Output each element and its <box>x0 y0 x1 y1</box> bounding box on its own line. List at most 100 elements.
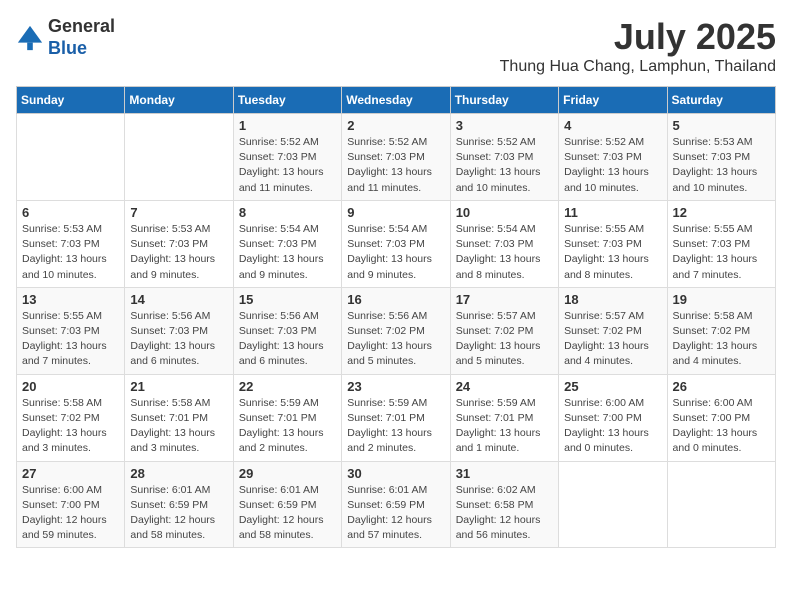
logo-blue: Blue <box>48 38 87 58</box>
calendar-cell: 11 Sunrise: 5:55 AMSunset: 7:03 PMDayligh… <box>559 200 667 287</box>
day-info: Sunrise: 6:00 AMSunset: 7:00 PMDaylight:… <box>673 396 770 457</box>
day-info: Sunrise: 5:52 AMSunset: 7:03 PMDaylight:… <box>564 135 661 196</box>
weekday-header: Friday <box>559 87 667 114</box>
day-info: Sunrise: 5:52 AMSunset: 7:03 PMDaylight:… <box>456 135 553 196</box>
day-info: Sunrise: 5:57 AMSunset: 7:02 PMDaylight:… <box>456 309 553 370</box>
calendar-cell: 4 Sunrise: 5:52 AMSunset: 7:03 PMDaylight… <box>559 114 667 201</box>
calendar-cell: 12 Sunrise: 5:55 AMSunset: 7:03 PMDayligh… <box>667 200 775 287</box>
calendar-cell: 16 Sunrise: 5:56 AMSunset: 7:02 PMDayligh… <box>342 287 450 374</box>
day-number: 12 <box>673 205 770 220</box>
day-number: 9 <box>347 205 444 220</box>
day-number: 24 <box>456 379 553 394</box>
day-number: 2 <box>347 118 444 133</box>
logo-text: General Blue <box>48 16 115 59</box>
calendar-week-row: 13 Sunrise: 5:55 AMSunset: 7:03 PMDayligh… <box>17 287 776 374</box>
calendar-cell: 3 Sunrise: 5:52 AMSunset: 7:03 PMDaylight… <box>450 114 558 201</box>
day-info: Sunrise: 5:57 AMSunset: 7:02 PMDaylight:… <box>564 309 661 370</box>
day-number: 18 <box>564 292 661 307</box>
day-info: Sunrise: 5:53 AMSunset: 7:03 PMDaylight:… <box>22 222 119 283</box>
calendar-body: 1 Sunrise: 5:52 AMSunset: 7:03 PMDaylight… <box>17 114 776 548</box>
calendar-cell: 18 Sunrise: 5:57 AMSunset: 7:02 PMDayligh… <box>559 287 667 374</box>
day-number: 19 <box>673 292 770 307</box>
calendar-cell: 6 Sunrise: 5:53 AMSunset: 7:03 PMDaylight… <box>17 200 125 287</box>
day-number: 25 <box>564 379 661 394</box>
day-number: 17 <box>456 292 553 307</box>
logo-general: General <box>48 16 115 36</box>
day-number: 31 <box>456 466 553 481</box>
day-number: 27 <box>22 466 119 481</box>
day-number: 3 <box>456 118 553 133</box>
weekday-header: Thursday <box>450 87 558 114</box>
calendar-cell: 21Sunrise: 5:58 AMSunset: 7:01 PMDayligh… <box>125 374 233 461</box>
title-block: July 2025 Thung Hua Chang, Lamphun, Thai… <box>500 16 776 76</box>
calendar-cell: 25 Sunrise: 6:00 AMSunset: 7:00 PMDayligh… <box>559 374 667 461</box>
day-info: Sunrise: 5:58 AMSunset: 7:02 PMDaylight:… <box>22 396 119 457</box>
weekday-header: Saturday <box>667 87 775 114</box>
calendar-cell: 26 Sunrise: 6:00 AMSunset: 7:00 PMDayligh… <box>667 374 775 461</box>
day-number: 5 <box>673 118 770 133</box>
day-info: Sunrise: 6:01 AMSunset: 6:59 PMDaylight:… <box>130 483 227 544</box>
day-number: 7 <box>130 205 227 220</box>
day-number: 15 <box>239 292 336 307</box>
day-info: Sunrise: 5:54 AMSunset: 7:03 PMDaylight:… <box>456 222 553 283</box>
day-number: 30 <box>347 466 444 481</box>
calendar-cell: 8 Sunrise: 5:54 AMSunset: 7:03 PMDaylight… <box>233 200 341 287</box>
day-info: Sunrise: 5:59 AMSunset: 7:01 PMDaylight:… <box>456 396 553 457</box>
calendar-cell: 24 Sunrise: 5:59 AMSunset: 7:01 PMDayligh… <box>450 374 558 461</box>
day-number: 28 <box>130 466 227 481</box>
day-number: 14 <box>130 292 227 307</box>
day-number: 11 <box>564 205 661 220</box>
day-number: 16 <box>347 292 444 307</box>
calendar-cell: 7Sunrise: 5:53 AMSunset: 7:03 PMDaylight… <box>125 200 233 287</box>
calendar-cell: 23 Sunrise: 5:59 AMSunset: 7:01 PMDayligh… <box>342 374 450 461</box>
day-info: Sunrise: 5:55 AMSunset: 7:03 PMDaylight:… <box>564 222 661 283</box>
day-info: Sunrise: 5:55 AMSunset: 7:03 PMDaylight:… <box>673 222 770 283</box>
page-header: General Blue July 2025 Thung Hua Chang, … <box>16 16 776 76</box>
day-number: 29 <box>239 466 336 481</box>
calendar-cell <box>667 461 775 548</box>
day-info: Sunrise: 5:55 AMSunset: 7:03 PMDaylight:… <box>22 309 119 370</box>
day-info: Sunrise: 5:54 AMSunset: 7:03 PMDaylight:… <box>347 222 444 283</box>
day-number: 20 <box>22 379 119 394</box>
day-info: Sunrise: 5:59 AMSunset: 7:01 PMDaylight:… <box>347 396 444 457</box>
calendar-cell: 10Sunrise: 5:54 AMSunset: 7:03 PMDayligh… <box>450 200 558 287</box>
weekday-header: Tuesday <box>233 87 341 114</box>
day-info: Sunrise: 5:56 AMSunset: 7:03 PMDaylight:… <box>239 309 336 370</box>
calendar-cell: 9 Sunrise: 5:54 AMSunset: 7:03 PMDaylight… <box>342 200 450 287</box>
calendar-cell: 29 Sunrise: 6:01 AMSunset: 6:59 PMDayligh… <box>233 461 341 548</box>
day-number: 6 <box>22 205 119 220</box>
calendar-cell <box>125 114 233 201</box>
calendar-week-row: 1 Sunrise: 5:52 AMSunset: 7:03 PMDaylight… <box>17 114 776 201</box>
calendar-cell: 15 Sunrise: 5:56 AMSunset: 7:03 PMDayligh… <box>233 287 341 374</box>
day-info: Sunrise: 6:01 AMSunset: 6:59 PMDaylight:… <box>347 483 444 544</box>
day-info: Sunrise: 6:01 AMSunset: 6:59 PMDaylight:… <box>239 483 336 544</box>
day-info: Sunrise: 5:58 AMSunset: 7:02 PMDaylight:… <box>673 309 770 370</box>
day-number: 22 <box>239 379 336 394</box>
day-info: Sunrise: 5:56 AMSunset: 7:02 PMDaylight:… <box>347 309 444 370</box>
day-number: 1 <box>239 118 336 133</box>
day-number: 13 <box>22 292 119 307</box>
day-info: Sunrise: 5:59 AMSunset: 7:01 PMDaylight:… <box>239 396 336 457</box>
logo: General Blue <box>16 16 115 59</box>
logo-icon <box>16 24 44 52</box>
calendar-cell: 19 Sunrise: 5:58 AMSunset: 7:02 PMDayligh… <box>667 287 775 374</box>
day-info: Sunrise: 6:00 AMSunset: 7:00 PMDaylight:… <box>564 396 661 457</box>
calendar-week-row: 20 Sunrise: 5:58 AMSunset: 7:02 PMDayligh… <box>17 374 776 461</box>
calendar-table: SundayMondayTuesdayWednesdayThursdayFrid… <box>16 86 776 548</box>
day-info: Sunrise: 5:52 AMSunset: 7:03 PMDaylight:… <box>239 135 336 196</box>
calendar-cell: 27 Sunrise: 6:00 AMSunset: 7:00 PMDayligh… <box>17 461 125 548</box>
day-number: 4 <box>564 118 661 133</box>
day-number: 23 <box>347 379 444 394</box>
month-title: July 2025 <box>500 16 776 58</box>
calendar-cell: 22 Sunrise: 5:59 AMSunset: 7:01 PMDayligh… <box>233 374 341 461</box>
day-info: Sunrise: 5:54 AMSunset: 7:03 PMDaylight:… <box>239 222 336 283</box>
calendar-cell: 2 Sunrise: 5:52 AMSunset: 7:03 PMDaylight… <box>342 114 450 201</box>
day-info: Sunrise: 5:52 AMSunset: 7:03 PMDaylight:… <box>347 135 444 196</box>
day-info: Sunrise: 6:02 AMSunset: 6:58 PMDaylight:… <box>456 483 553 544</box>
calendar-cell: 13 Sunrise: 5:55 AMSunset: 7:03 PMDayligh… <box>17 287 125 374</box>
day-number: 8 <box>239 205 336 220</box>
weekday-header: Wednesday <box>342 87 450 114</box>
day-number: 26 <box>673 379 770 394</box>
day-number: 21 <box>130 379 227 394</box>
day-info: Sunrise: 6:00 AMSunset: 7:00 PMDaylight:… <box>22 483 119 544</box>
